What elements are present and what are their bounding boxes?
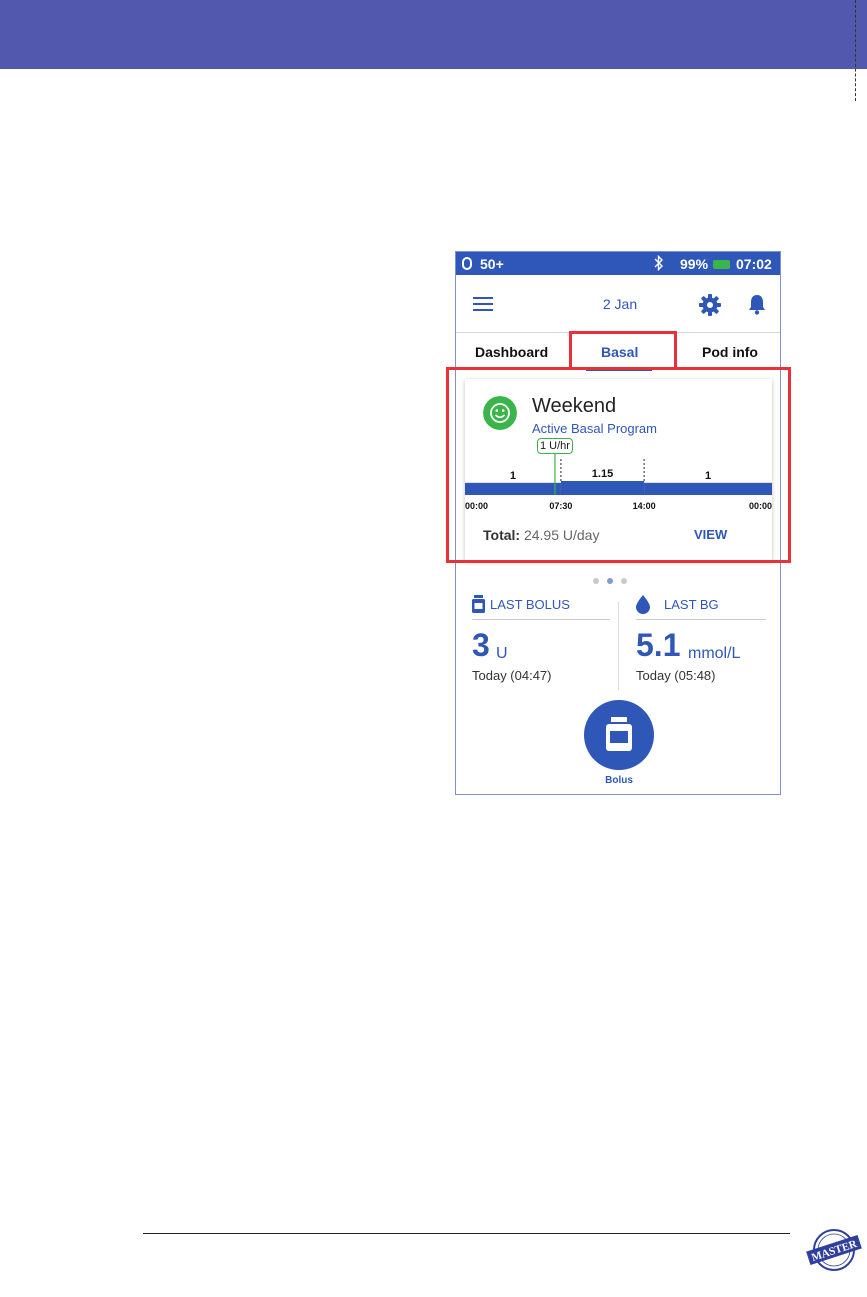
last-bg-unit: mmol/L (688, 645, 741, 662)
battery-icon (713, 260, 730, 269)
battery-percent: 99% (680, 256, 709, 272)
last-bolus-time: Today (04:47) (472, 668, 552, 683)
master-stamp: MASTER (806, 1229, 862, 1271)
tab-dashboard[interactable]: Dashboard (475, 344, 548, 360)
insulin-vial-icon (472, 595, 485, 613)
footer-rule (143, 1233, 790, 1234)
hamburger-menu-icon[interactable] (473, 297, 493, 311)
bell-icon[interactable] (748, 294, 766, 315)
last-bolus-panel[interactable]: LAST BOLUS 3 U Today (04:47) (472, 595, 610, 683)
status-bar: 50+ 99% 07:02 (456, 252, 780, 275)
gear-icon[interactable] (699, 294, 721, 316)
page-dot[interactable] (621, 578, 627, 584)
basal-card-highlight (446, 367, 791, 563)
bolus-button-label: Bolus (605, 775, 633, 786)
last-bg-panel[interactable]: LAST BG 5.1 mmol/L Today (05:48) (636, 595, 766, 683)
page-dot-active[interactable] (607, 578, 613, 584)
last-bg-title: LAST BG (664, 597, 719, 612)
app-bar: 2 Jan (456, 275, 780, 333)
last-bg-time: Today (05:48) (636, 668, 716, 683)
last-bolus-value: 3 (472, 627, 490, 663)
cut-line (855, 0, 856, 101)
pods-count: 50+ (480, 256, 504, 272)
tab-pod-info[interactable]: Pod info (702, 344, 758, 360)
page-dot[interactable] (593, 578, 599, 584)
last-bg-value: 5.1 (636, 627, 681, 663)
page-indicator (593, 571, 635, 589)
last-bolus-unit: U (496, 645, 508, 662)
insulin-vial-icon (606, 717, 632, 751)
header-band (0, 0, 867, 69)
status-time: 07:02 (736, 256, 772, 272)
header-date: 2 Jan (602, 296, 638, 312)
stats-divider (618, 602, 619, 690)
bluetooth-icon (654, 255, 663, 271)
blood-drop-icon (636, 595, 650, 614)
pod-icon (462, 257, 472, 270)
bolus-button[interactable] (584, 700, 654, 770)
last-bolus-title: LAST BOLUS (490, 597, 570, 612)
basal-tab-highlight (569, 331, 677, 370)
